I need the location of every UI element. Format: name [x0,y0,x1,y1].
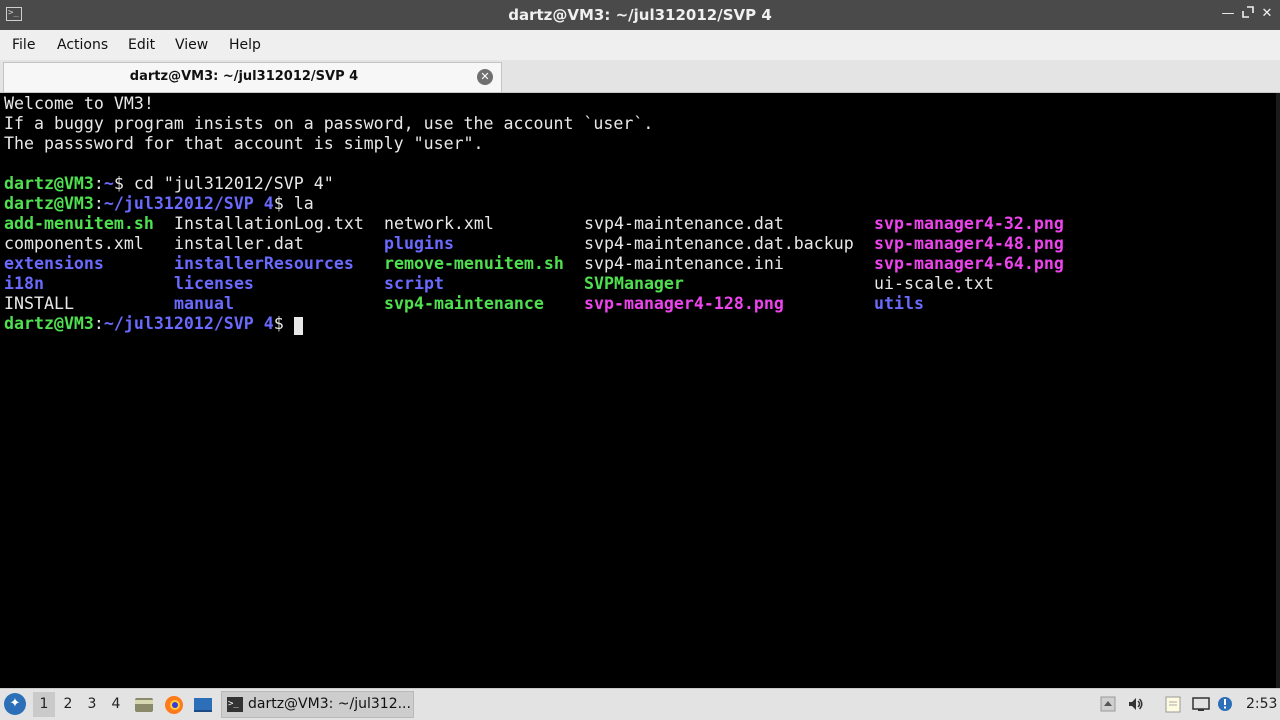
ls-file-image: svp-manager4-48.png [874,234,1064,253]
ls-dir: utils [874,294,924,313]
ls-file: INSTALL [4,294,74,313]
clock[interactable]: 2:53 [1246,689,1277,720]
prompt-path: ~/jul312012/SVP 4 [103,194,274,213]
ls-file-exec: add-menuitem.sh [4,214,154,233]
ls-dir: plugins [384,234,454,253]
ls-dir: script [384,274,444,293]
prompt-line: dartz@VM3:~$ cd "jul312012/SVP 4" [4,174,334,193]
terminal-scrollbar[interactable] [1276,93,1280,688]
window-title: dartz@VM3: ~/jul312012/SVP 4 [508,6,772,24]
ls-file: network.xml [384,214,494,233]
menu-view[interactable]: View [175,30,208,60]
text-cursor [294,317,303,335]
ls-file: ui-scale.txt [874,274,994,293]
prompt-user: dartz@VM3 [4,174,94,193]
maximize-icon[interactable] [1240,6,1256,22]
ls-file: installer.dat [174,234,304,253]
ls-file: svp4-maintenance.dat [584,214,784,233]
prompt-path: ~ [103,174,114,193]
file-manager-icon[interactable] [134,695,154,715]
task-label: dartz@VM3: ~/jul312... [248,696,411,712]
prompt-command: la [283,194,314,213]
minimize-icon[interactable]: — [1220,6,1236,22]
ls-file-exec: svp4-maintenance [384,294,544,313]
ls-file-image: svp-manager4-32.png [874,214,1064,233]
terminal-icon: >_ [227,697,243,712]
menu-actions[interactable]: Actions [57,30,108,60]
prompt-line: dartz@VM3:~/jul312012/SVP 4$ [4,314,294,334]
notes-icon[interactable] [1164,695,1182,713]
ls-file-image: svp-manager4-128.png [584,294,784,313]
ls-file-exec: SVPManager [584,274,684,293]
ls-file: svp4-maintenance.ini [584,254,784,273]
volume-icon[interactable] [1127,695,1145,713]
ls-file: svp4-maintenance.dat.backup [584,234,854,253]
desktop-icon[interactable] [193,695,213,715]
welcome-line: Welcome to VM3! [4,94,154,113]
menu-edit[interactable]: Edit [128,30,155,60]
note-line: If a buggy program insists on a password… [4,114,654,133]
ls-dir: i18n [4,274,44,293]
ls-file-image: svp-manager4-64.png [874,254,1064,273]
ls-dir: manual [174,294,234,313]
taskbar-window-button[interactable]: >_ dartz@VM3: ~/jul312... [221,691,414,718]
tab-bar: dartz@VM3: ~/jul312012/SVP 4 ✕ [0,60,1280,93]
prompt-user: dartz@VM3 [4,314,94,333]
terminal-tab[interactable]: dartz@VM3: ~/jul312012/SVP 4 ✕ [3,62,502,92]
workspace-2[interactable]: 2 [57,692,79,717]
prompt-command: cd "jul312012/SVP 4" [123,174,334,193]
workspace-3[interactable]: 3 [81,692,103,717]
terminal-output[interactable]: Welcome to VM3! If a buggy program insis… [0,93,1280,688]
ls-file: InstallationLog.txt [174,214,364,233]
workspace-1[interactable]: 1 [33,692,55,717]
close-circle-icon[interactable]: ✕ [477,69,493,85]
prompt-path: ~/jul312012/SVP 4 [103,314,274,333]
close-icon[interactable]: ✕ [1259,6,1275,22]
taskbar: ✦ 1 2 3 4 >_ dartz@VM3: ~/jul312... 2:53 [0,688,1280,720]
menu-file[interactable]: File [12,30,35,60]
prompt-command [284,314,294,333]
update-icon[interactable] [1216,695,1234,713]
menu-bar: File Actions Edit View Help [0,30,1280,60]
ls-dir: extensions [4,254,104,273]
network-icon[interactable] [1192,695,1210,713]
menu-help[interactable]: Help [229,30,261,60]
tray-arrow-icon[interactable] [1099,695,1117,713]
firefox-icon[interactable] [164,695,184,715]
workspace-4[interactable]: 4 [105,692,127,717]
start-menu-icon[interactable]: ✦ [4,693,26,715]
ls-dir: installerResources [174,254,354,273]
ls-dir: licenses [174,274,254,293]
prompt-user: dartz@VM3 [4,194,94,213]
prompt-line: dartz@VM3:~/jul312012/SVP 4$ la [4,194,314,213]
tab-label: dartz@VM3: ~/jul312012/SVP 4 [129,69,359,84]
ls-file: components.xml [4,234,144,253]
ls-file-exec: remove-menuitem.sh [384,254,564,273]
window-titlebar: >_ dartz@VM3: ~/jul312012/SVP 4 — ✕ [0,0,1280,30]
note-line: The passsword for that account is simply… [4,134,484,153]
